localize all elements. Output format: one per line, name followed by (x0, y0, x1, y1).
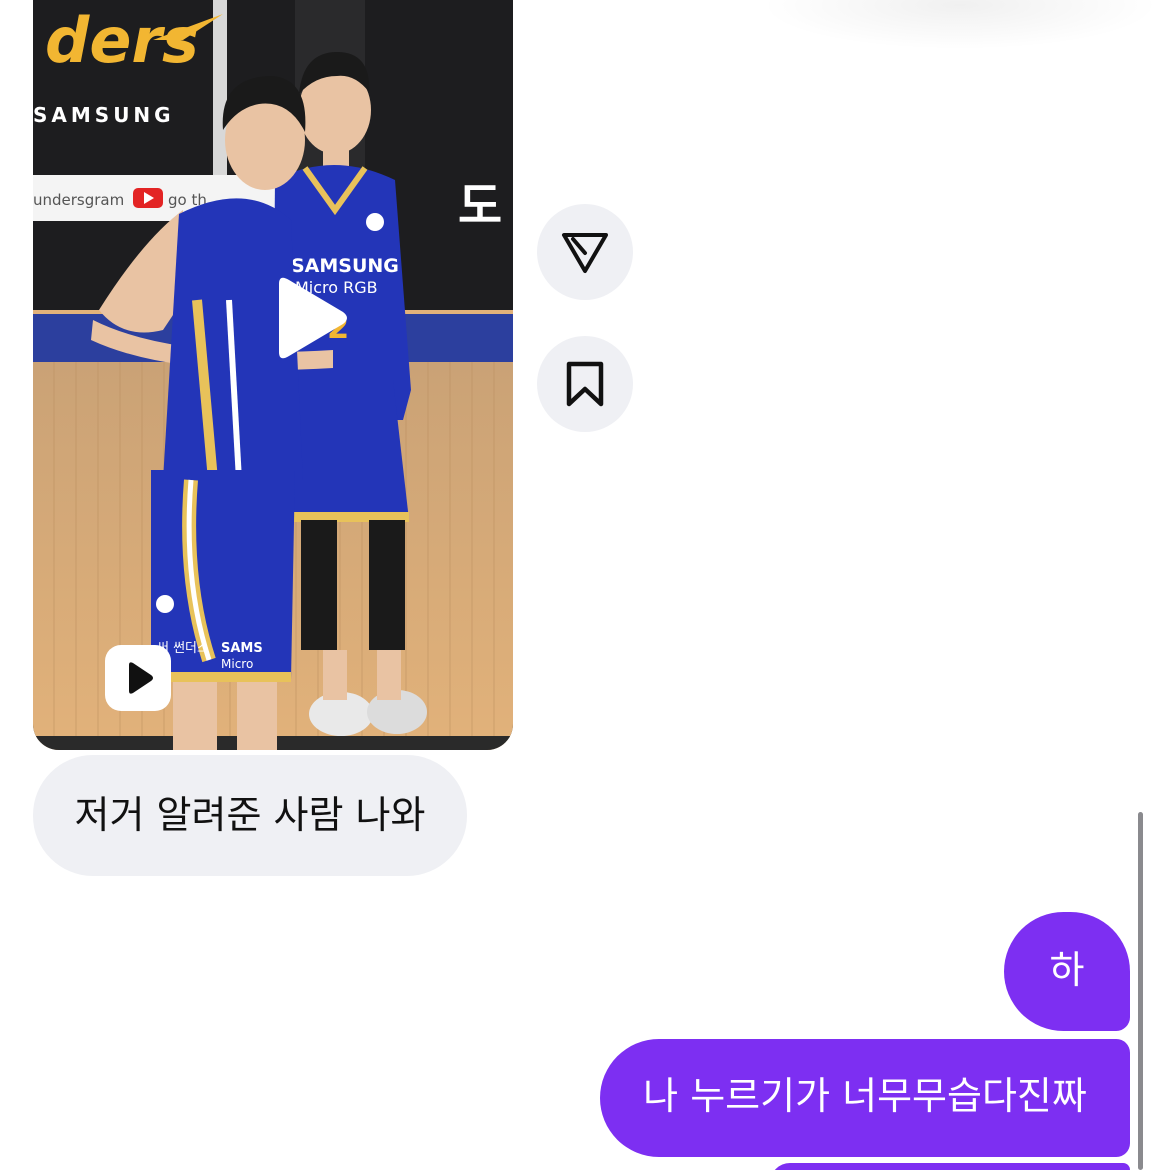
left-jersey-sub: Micro (221, 657, 253, 671)
shared-reel-video[interactable]: ders SAMSUNG undersgram go th 도 SAMSUNG … (33, 0, 513, 750)
backdrop-handle: undersgram (33, 191, 124, 209)
reel-thumbnail: ders SAMSUNG undersgram go th 도 SAMSUNG … (33, 0, 513, 750)
outgoing-message[interactable]: 나 누르기가 너무무습다진짜 (600, 1039, 1130, 1157)
left-jersey-text: SAMS (221, 641, 263, 656)
outgoing-message[interactable]: 하 (1004, 912, 1130, 1031)
top-fade (760, 0, 1155, 50)
backdrop-logo: ders (45, 4, 199, 77)
dm-thread: ders SAMSUNG undersgram go th 도 SAMSUNG … (0, 0, 1155, 1170)
scrollbar[interactable] (1138, 812, 1143, 1170)
reel-icon (105, 645, 171, 711)
backdrop-sponsor: SAMSUNG (33, 103, 175, 127)
outgoing-message[interactable] (770, 1163, 1130, 1170)
bookmark-icon (566, 361, 604, 407)
share-button[interactable] (537, 204, 633, 300)
paper-plane-icon (562, 233, 608, 273)
incoming-message[interactable]: 저거 알려준 사람 나와 (33, 755, 467, 876)
jersey-sponsor: SAMSUNG (291, 255, 399, 277)
play-icon[interactable] (269, 276, 349, 360)
save-button[interactable] (537, 336, 633, 432)
backdrop-korean: 도 (458, 178, 502, 234)
